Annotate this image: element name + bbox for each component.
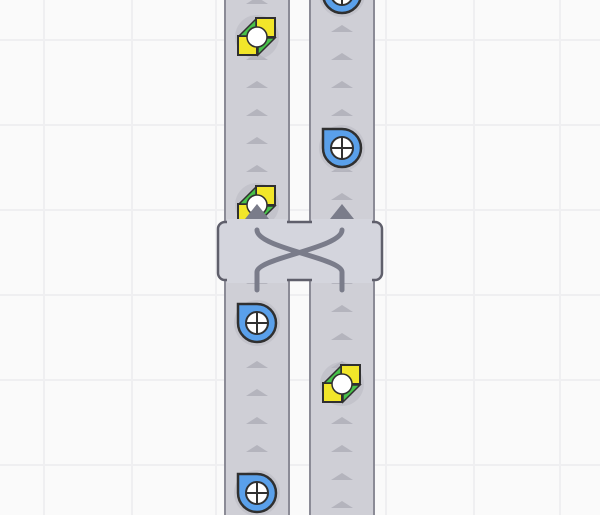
item-circle-quarter-shape[interactable] bbox=[234, 470, 280, 515]
crossover-opening bbox=[312, 219, 372, 225]
item-circle-quarter-shape[interactable] bbox=[319, 125, 365, 171]
item-circle-quarter-shape[interactable] bbox=[234, 300, 280, 346]
crossover-opening bbox=[227, 219, 287, 225]
item-cross-square-shape[interactable] bbox=[320, 362, 364, 406]
center-dot bbox=[331, 373, 353, 395]
game-board[interactable] bbox=[0, 0, 600, 515]
center-dot bbox=[246, 26, 268, 48]
item-cross-square-shape[interactable] bbox=[235, 15, 279, 59]
